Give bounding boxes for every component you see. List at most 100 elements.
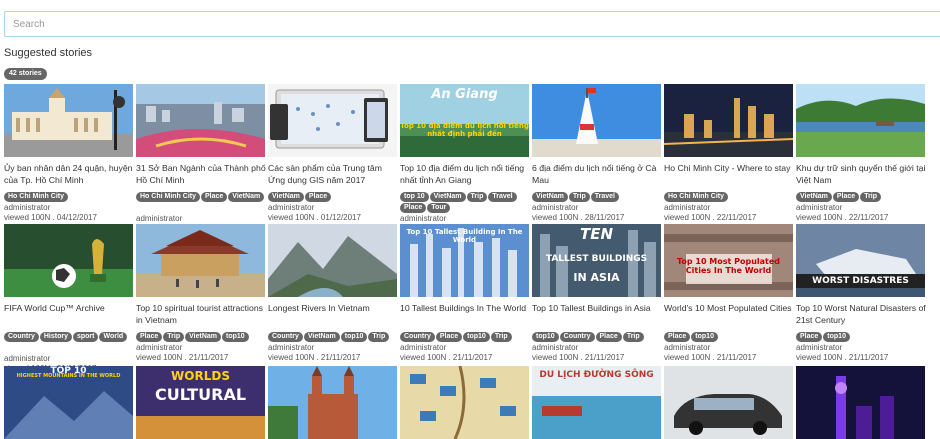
tag-badge[interactable]: Travel [488, 192, 517, 202]
story-thumbnail[interactable] [4, 224, 133, 297]
story-author: administrator [136, 343, 183, 352]
tag-badge[interactable]: Trip [466, 192, 488, 202]
story-thumbnail[interactable]: WORST DISASTRES [796, 224, 925, 297]
tag-badge[interactable]: Place [400, 203, 427, 213]
story-thumbnail[interactable] [136, 224, 265, 297]
story-thumbnail[interactable] [268, 84, 397, 157]
tag-badge[interactable]: Place [664, 332, 691, 342]
story-thumbnail[interactable] [4, 84, 133, 157]
story-author: administrator [796, 203, 843, 212]
story-count-badge: 42 stories [4, 68, 47, 80]
story-thumbnail[interactable] [796, 84, 925, 157]
tag-badge[interactable]: top10 [691, 332, 718, 342]
story-thumbnail[interactable]: Top 10 Tallest Building In The World [400, 224, 529, 297]
tag-list: top 10 VietNam Trip Travel Place Tour [400, 192, 531, 214]
story-thumbnail[interactable] [268, 224, 397, 297]
tag-list: Ho Chi Minh City [664, 192, 795, 203]
story-meta: viewed 100N . 22/11/2017 [796, 213, 889, 222]
tag-badge[interactable]: Place [136, 332, 163, 342]
tag-badge[interactable]: Place [201, 192, 228, 202]
story-thumbnail[interactable] [136, 84, 265, 157]
story-thumbnail[interactable] [268, 366, 397, 439]
story-title[interactable]: Khu dự trữ sinh quyển thế giới tại Việt … [796, 162, 927, 186]
tag-list: Ho Chi Minh City Place VietNam [136, 192, 267, 203]
story-thumbnail[interactable] [796, 366, 925, 439]
thumbnail-caption: Top 10 Most Populated Cities In The Worl… [676, 257, 781, 276]
story-title[interactable]: Top 10 spiritual tourist attractions in … [136, 302, 267, 326]
tag-badge[interactable]: top 10 [400, 192, 429, 202]
section-heading: Suggested stories [4, 47, 93, 59]
story-title[interactable]: FIFA World Cup™ Archive [4, 302, 135, 314]
story-title[interactable]: World's 10 Most Populated Cities [664, 302, 795, 314]
tag-badge[interactable]: top10 [340, 332, 368, 342]
story-thumbnail[interactable]: Top 10 Most Populated Cities In The Worl… [664, 224, 793, 297]
tag-badge[interactable]: Place [595, 332, 622, 342]
story-author: administrator [268, 203, 315, 212]
tag-badge[interactable]: top10 [222, 332, 249, 342]
tag-badge[interactable]: VietNam [303, 332, 340, 342]
story-thumbnail[interactable]: TOP 10 HIGHEST MOUNTAINS IN THE WORLD [4, 366, 133, 439]
tag-badge[interactable]: Place [796, 332, 823, 342]
tag-badge[interactable]: Ho Chi Minh City [4, 192, 68, 202]
tag-badge[interactable]: Trip [860, 192, 882, 202]
story-thumbnail[interactable] [532, 84, 661, 157]
tag-list: Ho Chi Minh City [4, 192, 135, 203]
thumbnail-caption: HIGHEST MOUNTAINS IN THE WORLD [16, 373, 121, 379]
thumbnail-caption: WORLDS [171, 369, 230, 383]
tag-badge[interactable]: Trip [568, 192, 590, 202]
tag-badge[interactable]: Trip [368, 332, 390, 342]
tag-badge[interactable]: Place [832, 192, 860, 202]
story-title[interactable]: Longest Rivers In Vietnam [268, 302, 399, 314]
story-title[interactable]: 10 Tallest Buildings In The World [400, 302, 531, 314]
story-title[interactable]: Ủy ban nhân dân 24 quận, huyện của Tp. H… [4, 162, 135, 186]
story-title[interactable]: Top 10 địa điểm du lịch nổi tiếng nhất t… [400, 162, 531, 186]
story-meta: viewed 100N . 04/12/2017 [4, 213, 97, 222]
tag-badge[interactable]: top10 [463, 332, 490, 342]
story-thumbnail[interactable] [664, 366, 793, 439]
tag-badge[interactable]: Ho Chi Minh City [136, 192, 200, 202]
story-title[interactable]: Top 10 Worst Natural Disasters of 21st C… [796, 302, 927, 326]
tag-badge[interactable]: Country [559, 332, 595, 342]
tag-badge[interactable]: sport [72, 332, 99, 342]
tag-badge[interactable]: Tour [427, 203, 451, 213]
tag-badge[interactable]: top10 [532, 332, 559, 342]
story-thumbnail[interactable] [400, 366, 529, 439]
tag-badge[interactable]: Place [304, 192, 332, 202]
tag-badge[interactable]: Country [400, 332, 435, 342]
tag-badge[interactable]: Trip [622, 332, 644, 342]
story-title[interactable]: 6 địa điểm du lịch nổi tiếng ở Cà Mau [532, 162, 663, 186]
tag-badge[interactable]: VietNam [429, 192, 466, 202]
tag-badge[interactable]: Country [268, 332, 303, 342]
tag-badge[interactable]: Place [435, 332, 463, 342]
tag-badge[interactable]: VietNam [185, 332, 222, 342]
tag-badge[interactable]: History [39, 332, 72, 342]
tag-badge[interactable]: Trip [490, 332, 512, 342]
story-meta: viewed 100N . 21/11/2017 [664, 353, 757, 362]
story-meta: viewed 100N . 28/11/2017 [532, 213, 625, 222]
story-title[interactable]: Các sản phẩm của Trung tâm Ứng dụng GIS … [268, 162, 399, 186]
story-thumbnail[interactable]: DU LỊCH ĐƯỜNG SÔNG [532, 366, 661, 439]
story-thumbnail[interactable]: TEN TALLEST BUILDINGS IN ASIA [532, 224, 661, 297]
tag-list: Place Trip VietNam top10 [136, 332, 267, 343]
tag-badge[interactable]: VietNam [228, 192, 265, 202]
tag-badge[interactable]: World [99, 332, 128, 342]
story-title[interactable]: Ho Chi Minh City - Where to stay [664, 162, 795, 174]
tag-list: VietNam Place Trip [796, 192, 927, 203]
tag-badge[interactable]: VietNam [532, 192, 568, 202]
search-input[interactable] [4, 11, 940, 37]
tag-list: Place top10 [796, 332, 927, 343]
tag-badge[interactable]: top10 [823, 332, 850, 342]
tag-badge[interactable]: Ho Chi Minh City [664, 192, 728, 202]
tag-badge[interactable]: Country [4, 332, 39, 342]
story-meta: viewed 100N . 21/11/2017 [400, 353, 493, 362]
story-title[interactable]: 31 Sở Ban Ngành của Thành phố Hồ Chí Min… [136, 162, 267, 186]
tag-badge[interactable]: Trip [163, 332, 185, 342]
tag-badge[interactable]: Travel [590, 192, 619, 202]
tag-badge[interactable]: VietNam [268, 192, 304, 202]
story-thumbnail[interactable]: An Giang Top 10 địa điểm du lịch nổi tiến… [400, 84, 529, 157]
story-title[interactable]: Top 10 Tallest Buildings in Asia [532, 302, 663, 314]
story-meta: viewed 100N . 21/11/2017 [532, 353, 625, 362]
tag-badge[interactable]: VietNam [796, 192, 832, 202]
story-thumbnail[interactable]: WORLDS CULTURAL [136, 366, 265, 439]
story-thumbnail[interactable] [664, 84, 793, 157]
